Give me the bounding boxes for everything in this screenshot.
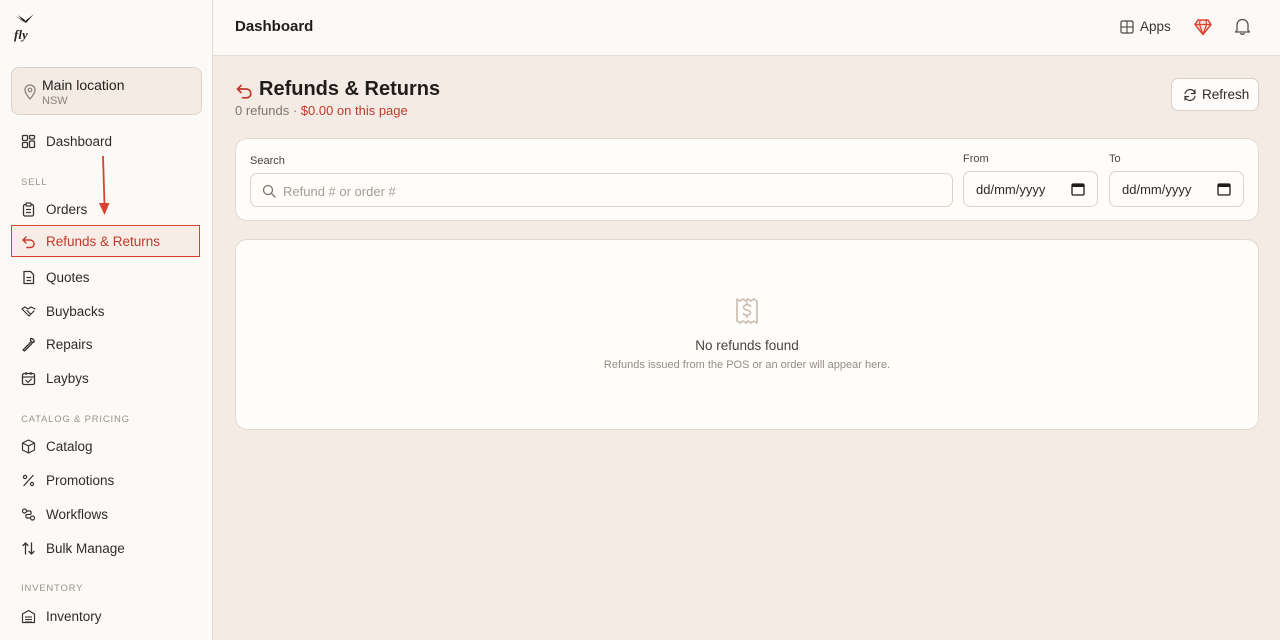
sidebar-item-label: Bulk Manage <box>46 541 125 556</box>
sidebar-item-label: Workflows <box>46 507 109 522</box>
svg-text:fly: fly <box>14 27 28 42</box>
sidebar-item-laybys[interactable]: Laybys <box>11 362 200 394</box>
calendar-icon[interactable] <box>1217 182 1231 196</box>
refund-amount: $0.00 on this page <box>300 103 408 118</box>
refresh-button[interactable]: Refresh <box>1171 78 1259 111</box>
to-label: To <box>1109 153 1121 165</box>
empty-state-title: No refunds found <box>695 338 799 353</box>
search-icon <box>262 184 276 198</box>
sidebar-item-buybacks[interactable]: Buybacks <box>11 295 200 327</box>
sidebar-item-promotions[interactable]: Promotions <box>11 464 200 496</box>
refund-count: 0 refunds · <box>235 103 301 118</box>
sidebar-item-dashboard[interactable]: Dashboard <box>11 125 200 157</box>
sidebar-item-label: Promotions <box>46 473 115 488</box>
from-label: From <box>963 153 989 165</box>
warehouse-icon <box>21 609 36 624</box>
percent-icon <box>22 474 35 487</box>
calendar-icon[interactable] <box>1071 182 1085 196</box>
section-label-sell: SELL <box>21 177 48 188</box>
undo-icon <box>236 84 252 99</box>
from-date-input[interactable]: dd/mm/yyyy <box>963 171 1098 207</box>
filters-panel: Search From dd/mm/yyyy To dd/mm/yyyy <box>235 138 1259 221</box>
workflow-icon <box>21 508 36 521</box>
sidebar-item-label: Laybys <box>46 371 89 386</box>
location-selector[interactable]: Main location NSW <box>11 67 202 115</box>
sidebar-item-bulk-manage[interactable]: Bulk Manage <box>11 532 200 564</box>
sidebar-item-label: Orders <box>46 202 88 217</box>
empty-state-message: Refunds issued from the POS or an order … <box>603 359 891 371</box>
annotation-arrow <box>99 155 110 215</box>
refresh-label: Refresh <box>1202 87 1250 102</box>
topbar-title: Dashboard <box>235 18 314 35</box>
topbar: Dashboard Apps <box>213 0 1280 56</box>
grid-icon <box>1120 20 1134 34</box>
document-icon <box>23 270 35 285</box>
search-field[interactable] <box>250 173 953 207</box>
to-date-value: dd/mm/yyyy <box>1122 182 1192 197</box>
box-icon <box>21 439 36 454</box>
location-name: Main location <box>42 77 125 93</box>
from-date-value: dd/mm/yyyy <box>976 182 1046 197</box>
page-subtitle: 0 refunds · $0.00 on this page <box>235 103 408 118</box>
sort-arrows-icon <box>22 542 35 555</box>
sidebar-item-inventory[interactable]: Inventory <box>11 600 200 632</box>
undo-icon <box>22 236 35 249</box>
refresh-icon <box>1184 88 1196 102</box>
apps-label: Apps <box>1140 19 1171 34</box>
sidebar-item-repairs[interactable]: Repairs <box>11 328 200 360</box>
location-region: NSW <box>42 95 68 107</box>
section-label-catalog-pricing: CATALOG & PRICING <box>21 414 130 425</box>
sidebar-item-workflows[interactable]: Workflows <box>11 498 200 530</box>
sidebar-item-label: Quotes <box>46 270 90 285</box>
sidebar-item-quotes[interactable]: Quotes <box>11 261 200 293</box>
dashboard-icon <box>21 134 36 149</box>
gem-icon[interactable] <box>1194 18 1212 36</box>
handshake-icon <box>21 306 36 317</box>
to-date-input[interactable]: dd/mm/yyyy <box>1109 171 1244 207</box>
empty-state-panel: No refunds found Refunds issued from the… <box>235 239 1259 430</box>
wrench-icon <box>22 337 35 352</box>
sidebar-item-label: Refunds & Returns <box>46 234 161 249</box>
sidebar-item-refunds-returns[interactable]: Refunds & Returns <box>11 225 200 257</box>
bell-icon[interactable] <box>1234 17 1251 36</box>
sidebar: fly Main location NSW Dashboard SELL Ord… <box>0 0 213 640</box>
fly-logo[interactable]: fly <box>12 12 38 42</box>
calendar-check-icon <box>21 372 36 386</box>
location-pin-icon <box>24 84 36 100</box>
receipt-dollar-icon <box>736 298 758 324</box>
sidebar-item-label: Buybacks <box>46 304 105 319</box>
section-label-inventory: INVENTORY <box>21 583 84 594</box>
sidebar-item-catalog[interactable]: Catalog <box>11 430 200 462</box>
sidebar-item-label: Dashboard <box>46 134 113 149</box>
clipboard-icon <box>22 202 35 217</box>
sidebar-item-label: Catalog <box>46 439 93 454</box>
sidebar-item-label: Inventory <box>46 609 102 624</box>
search-label: Search <box>250 155 285 167</box>
page-title: Refunds & Returns <box>259 78 441 100</box>
sidebar-item-label: Repairs <box>46 337 93 352</box>
search-input[interactable] <box>283 180 933 202</box>
